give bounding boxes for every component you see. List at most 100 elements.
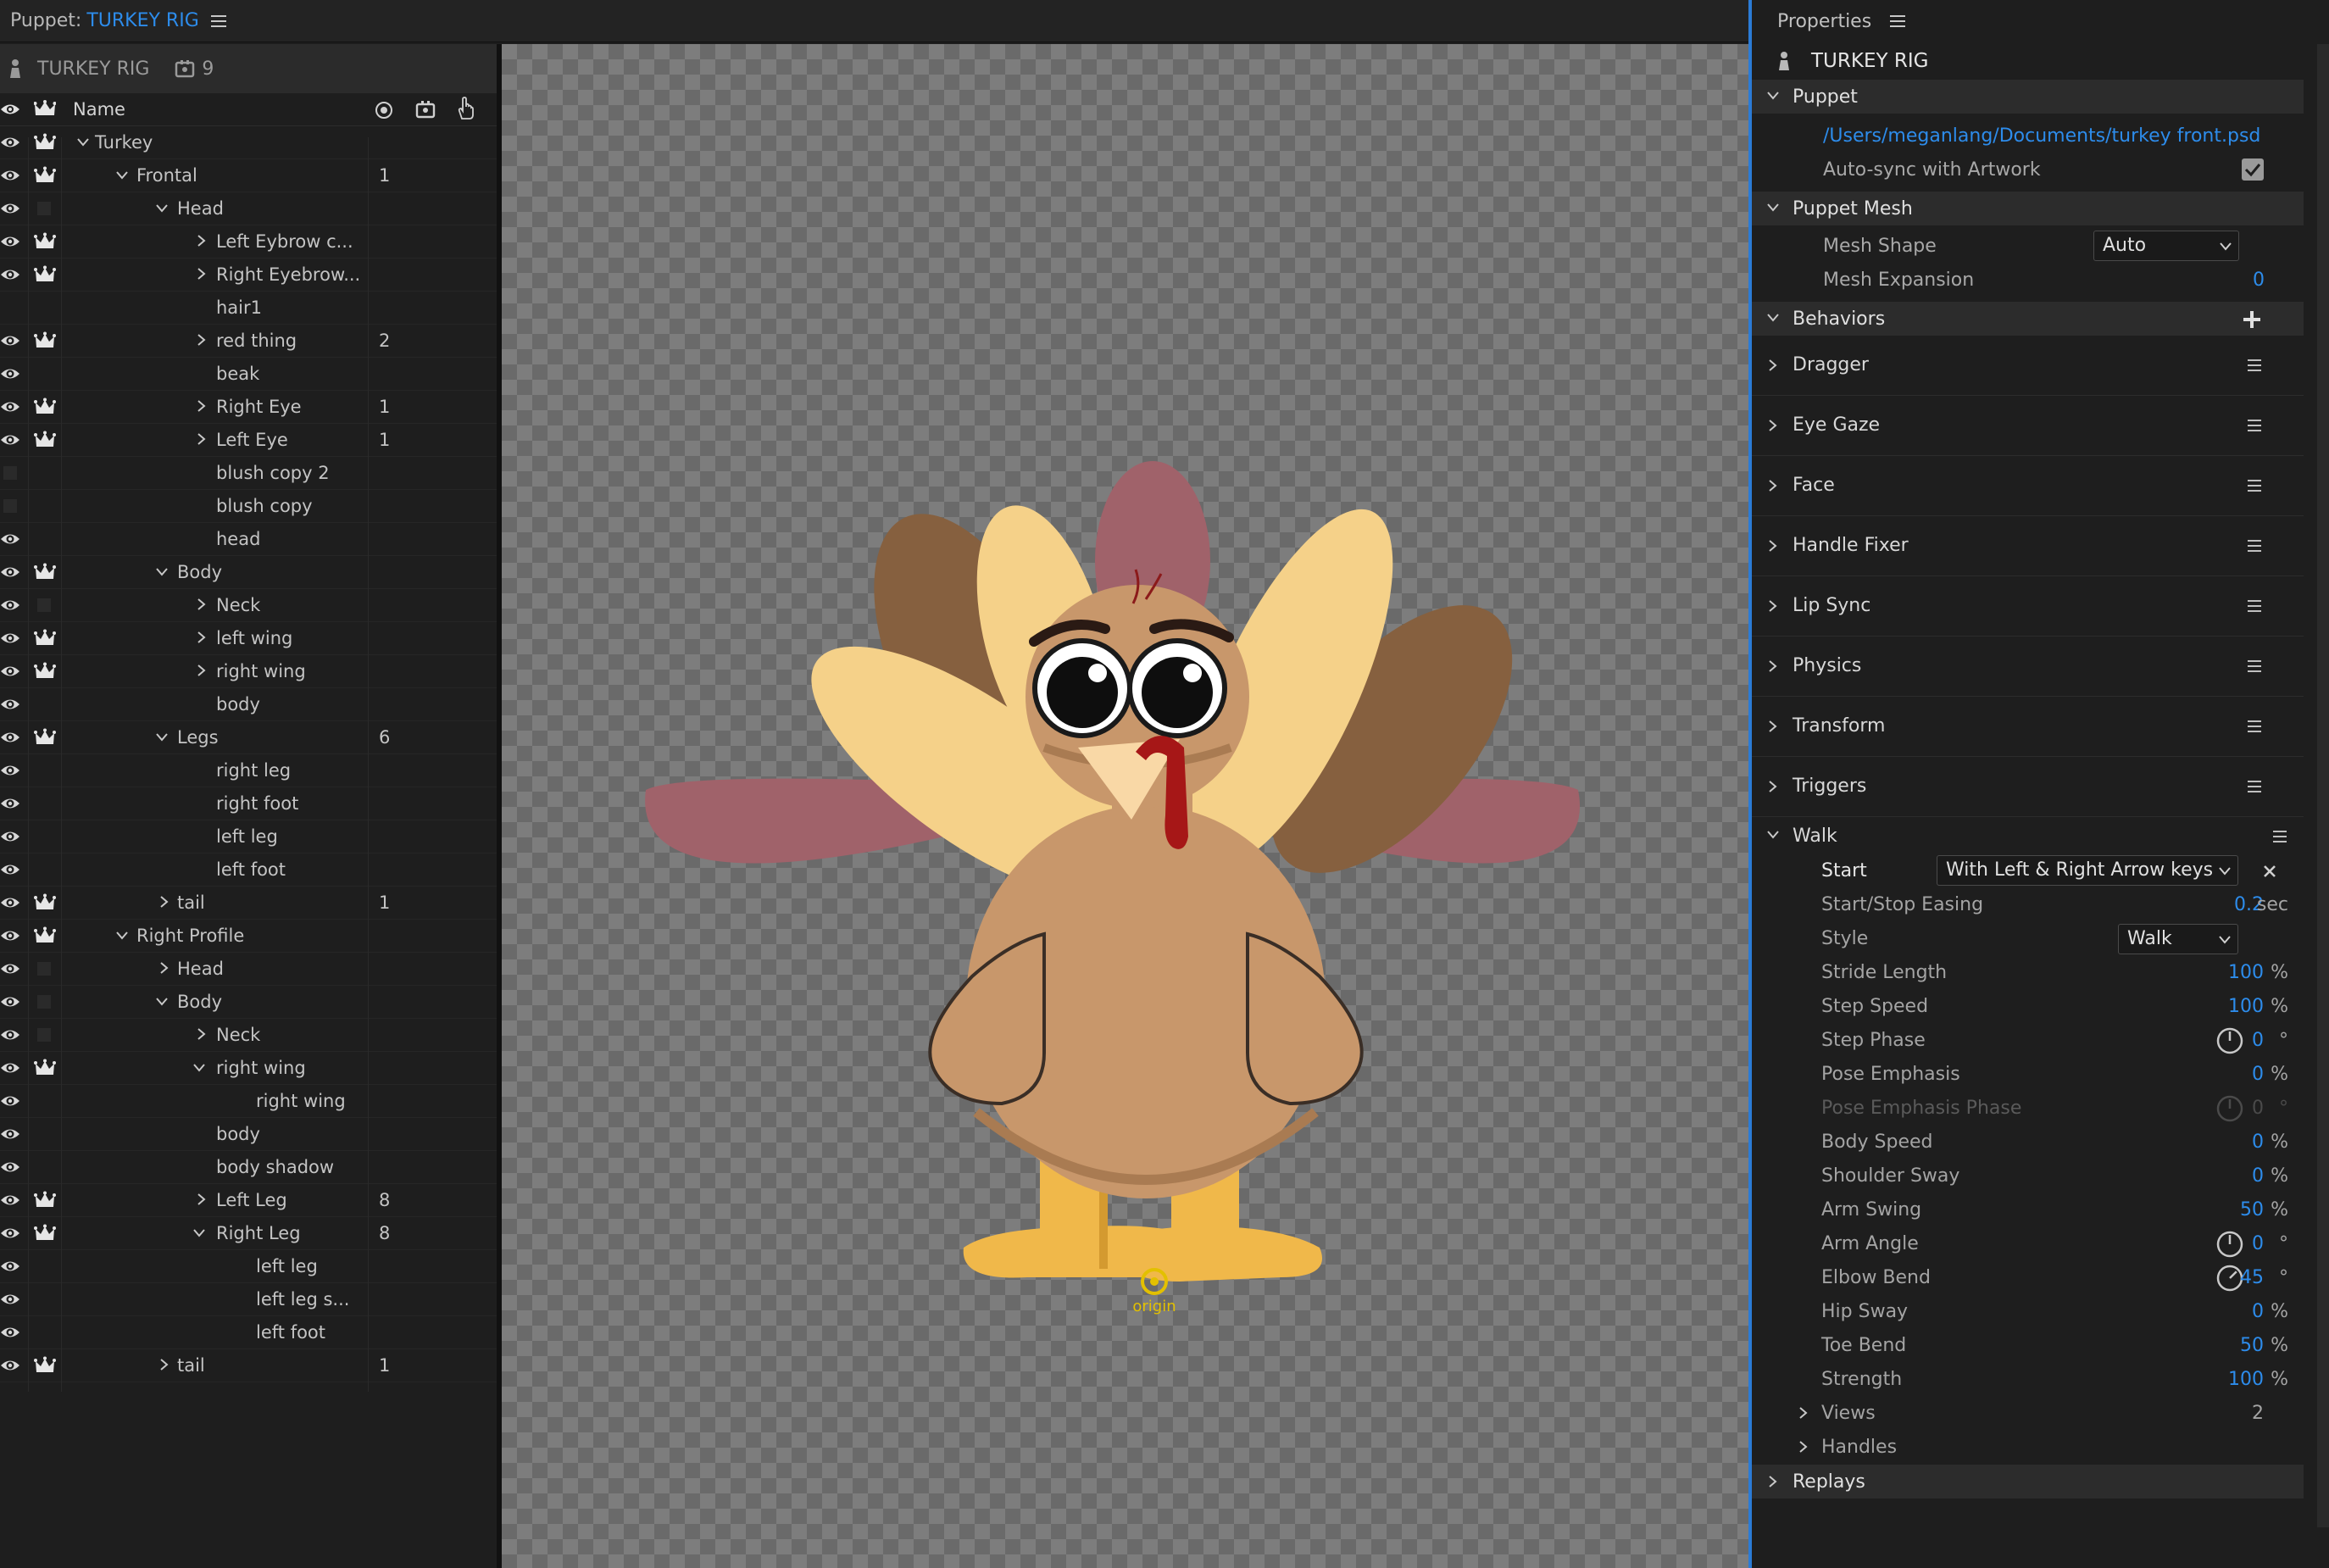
crown-off-box[interactable] (37, 202, 51, 215)
hand-column-icon[interactable] (456, 97, 475, 120)
tree-row[interactable]: left wing (0, 622, 497, 655)
behavior-face[interactable]: Face (1752, 456, 2304, 516)
behavior-menu-icon[interactable] (2248, 359, 2261, 371)
chevron-down-icon[interactable] (156, 731, 168, 742)
walk-views-row[interactable]: Views 2 (1752, 1397, 2329, 1431)
tree-row[interactable]: left leg s... (0, 1283, 497, 1316)
target-column-icon[interactable] (375, 101, 393, 120)
behavior-dragger[interactable]: Dragger (1752, 336, 2304, 396)
tree-row[interactable]: body shadow (0, 1151, 497, 1184)
name-column-label[interactable]: Name (73, 99, 125, 120)
crown-off-box[interactable] (37, 1028, 51, 1042)
walk-param-value[interactable]: 0 (2252, 1132, 2264, 1153)
tree-row[interactable]: right wing (0, 1085, 497, 1118)
crown-icon[interactable] (34, 1191, 56, 1209)
visibility-icon[interactable] (0, 1291, 20, 1308)
crown-off-box[interactable] (37, 995, 51, 1009)
chevron-down-icon[interactable] (193, 1226, 205, 1238)
tree-row[interactable]: left foot (0, 854, 497, 887)
visibility-icon[interactable] (0, 894, 20, 911)
behavior-menu-icon[interactable] (2248, 540, 2261, 552)
visibility-icon[interactable] (0, 1258, 20, 1275)
crown-off-box[interactable] (37, 598, 51, 612)
visibility-icon[interactable] (0, 696, 20, 713)
tree-row[interactable]: tail 1 (0, 1349, 497, 1382)
crown-icon[interactable] (34, 662, 56, 681)
visibility-off-box[interactable] (3, 499, 17, 513)
chevron-down-icon[interactable] (116, 169, 128, 181)
chevron-right-icon[interactable] (195, 268, 207, 280)
crown-icon[interactable] (34, 1224, 56, 1243)
crown-icon[interactable] (34, 398, 56, 416)
walk-param-value[interactable]: 45 (2240, 1267, 2264, 1288)
visibility-icon[interactable] (0, 630, 20, 647)
visibility-icon[interactable] (0, 861, 20, 878)
visibility-icon[interactable] (0, 960, 20, 977)
walk-param-value[interactable]: 50 (2240, 1335, 2264, 1356)
walk-param-value[interactable]: 50 (2240, 1199, 2264, 1220)
visibility-icon[interactable] (0, 1059, 20, 1076)
chevron-down-icon[interactable] (116, 929, 128, 941)
crown-icon[interactable] (34, 563, 56, 581)
chevron-down-icon[interactable] (156, 995, 168, 1007)
chevron-right-icon[interactable] (195, 598, 207, 610)
tree-row[interactable]: Left Eye 1 (0, 424, 497, 457)
tree-row[interactable]: left foot (0, 1316, 497, 1349)
chevron-right-icon[interactable] (195, 631, 207, 643)
visibility-icon[interactable] (0, 398, 20, 415)
visibility-icon[interactable] (0, 993, 20, 1010)
behavior-menu-icon[interactable] (2248, 480, 2261, 492)
tree-row[interactable]: right wing (0, 655, 497, 688)
visibility-icon[interactable] (0, 729, 20, 746)
visibility-icon[interactable] (0, 762, 20, 779)
visibility-icon[interactable] (0, 167, 20, 184)
chevron-down-icon[interactable] (77, 136, 89, 147)
chevron-right-icon[interactable] (158, 896, 170, 908)
tree-row[interactable]: left leg (0, 1250, 497, 1283)
visibility-off-box[interactable] (3, 466, 17, 480)
visibility-icon[interactable] (0, 266, 20, 283)
walk-param-value[interactable]: 0 (2252, 1301, 2264, 1322)
visibility-icon[interactable] (0, 1159, 20, 1176)
visibility-icon[interactable] (0, 564, 20, 581)
behavior-lip-sync[interactable]: Lip Sync (1752, 576, 2304, 637)
walk-param-value[interactable]: 100 (2228, 1369, 2264, 1390)
chevron-down-icon[interactable] (193, 1061, 205, 1073)
walk-param-value[interactable]: 0 (2252, 1064, 2264, 1085)
visibility-icon[interactable] (0, 597, 20, 614)
crown-icon[interactable] (34, 728, 56, 747)
chevron-right-icon[interactable] (158, 1359, 170, 1371)
visibility-icon[interactable] (0, 365, 20, 382)
tree-row[interactable]: Right Eyebrow... (0, 259, 497, 292)
crown-icon[interactable] (34, 232, 56, 251)
visibility-icon[interactable] (0, 1026, 20, 1043)
panel-menu-icon[interactable] (210, 14, 226, 27)
properties-menu-icon[interactable] (1890, 15, 1906, 27)
section-behaviors[interactable]: Behaviors (1752, 302, 2304, 336)
behavior-eye-gaze[interactable]: Eye Gaze (1752, 396, 2304, 456)
chevron-right-icon[interactable] (158, 962, 170, 974)
visibility-icon[interactable] (0, 663, 20, 680)
tree-row[interactable]: right leg (0, 754, 497, 787)
tree-row[interactable]: blush copy 2 (0, 457, 497, 490)
crown-icon[interactable] (34, 166, 56, 185)
tree-row[interactable]: right foot (0, 787, 497, 820)
tree-row[interactable]: Turkey (0, 126, 497, 159)
chevron-right-icon[interactable] (195, 400, 207, 412)
visibility-icon[interactable] (0, 795, 20, 812)
behavior-walk[interactable]: Walk (1752, 817, 2304, 854)
tree-row[interactable]: hair1 (0, 292, 497, 325)
visibility-icon[interactable] (0, 828, 20, 845)
add-behavior-icon[interactable] (2243, 310, 2261, 329)
chevron-right-icon[interactable] (195, 235, 207, 247)
crown-icon[interactable] (34, 1356, 56, 1375)
puppet-file-path[interactable]: /Users/meganlang/Documents/turkey front.… (1823, 125, 2260, 147)
visibility-icon[interactable] (0, 134, 20, 151)
tree-row[interactable]: Head (0, 192, 497, 225)
visibility-icon[interactable] (0, 927, 20, 944)
behavior-menu-icon[interactable] (2248, 781, 2261, 792)
behavior-menu-icon[interactable] (2248, 720, 2261, 732)
turkey-artwork[interactable]: origin (502, 44, 1749, 1568)
chevron-right-icon[interactable] (195, 334, 207, 346)
tree-row[interactable]: body (0, 688, 497, 721)
